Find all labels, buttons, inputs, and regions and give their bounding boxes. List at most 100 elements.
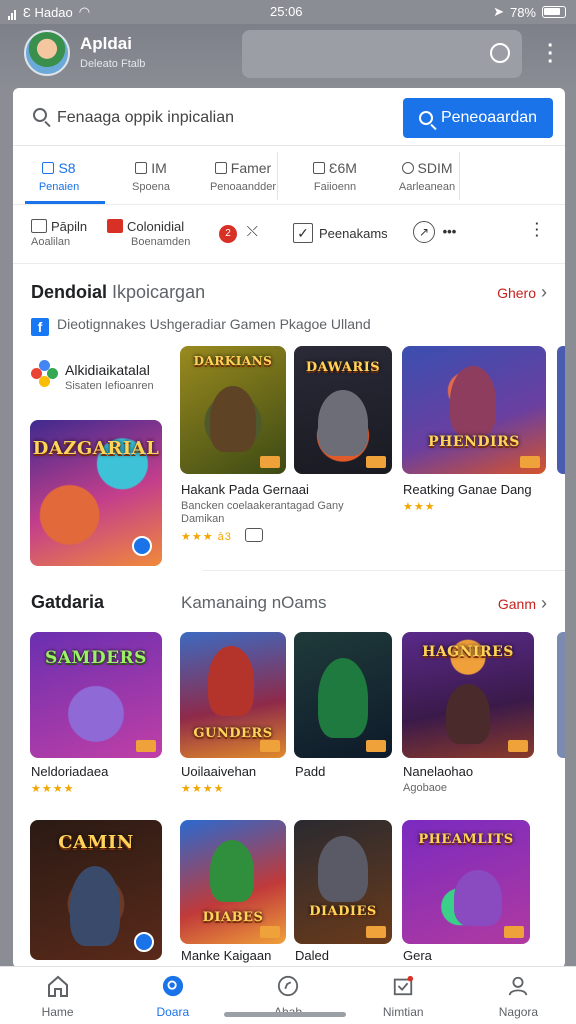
character-figure — [446, 684, 490, 744]
chip-peenakams[interactable]: ✓ Peenakams — [293, 223, 388, 243]
next-tile-peek[interactable] — [557, 346, 565, 474]
game-sub: Agobaoe — [403, 782, 448, 794]
game-tile[interactable] — [294, 632, 392, 758]
game-tile[interactable]: PHEAMLITS — [402, 820, 530, 944]
price-tag — [508, 740, 528, 752]
clock-icon — [401, 162, 414, 174]
store-icon — [107, 219, 123, 233]
chip-explore[interactable]: ↗ ••• — [413, 221, 456, 243]
character-figure — [70, 866, 120, 946]
tab-e6m[interactable]: Ɛ6M Faiioenn — [289, 148, 381, 202]
search-button-icon — [418, 111, 433, 125]
game-sub: Bancken coelaakerantagad Gany Damikan — [181, 500, 344, 525]
game-art-title: GUNDERS — [193, 726, 273, 741]
game-tile[interactable]: DAWARIS — [294, 346, 392, 474]
character-figure — [318, 390, 368, 456]
chat-icon[interactable] — [245, 528, 263, 542]
tab-famer[interactable]: Famer Penoaandder — [197, 148, 289, 202]
signal-icon — [8, 5, 17, 20]
section-title-light: Ikpoicargan — [112, 282, 206, 302]
game-tile[interactable]: PHENDIRS — [402, 346, 546, 474]
person-icon — [509, 976, 528, 996]
header-account-box[interactable] — [242, 30, 522, 78]
wifi-icon: ◠ — [78, 4, 91, 19]
nav-label: Hame — [41, 1005, 74, 1019]
home-icon — [47, 975, 68, 997]
game-art-title: DIADIES — [309, 904, 377, 919]
carrier-label: Ɛ Hadao — [23, 4, 73, 20]
game-art-title: CAMIN — [58, 832, 134, 853]
game-rating: ★★★ ā3 — [181, 531, 232, 543]
chip-colonidial[interactable]: Colonidial Boenamden — [107, 219, 190, 248]
game-tile[interactable]: DARKIANS — [180, 346, 286, 474]
source-text: Dieotignnakes Ushgeradiar Gamen Pkagoe U… — [57, 316, 371, 332]
more-horiz-icon[interactable]: ••• — [443, 224, 457, 239]
section-divider — [203, 570, 565, 571]
section-subtitle: Kamanaing nOams — [181, 593, 327, 612]
game-tile[interactable]: DIABES — [180, 820, 286, 944]
more-vert-icon[interactable]: · · · — [547, 36, 554, 72]
game-art-title: DAWARIS — [305, 360, 381, 375]
chip-notifications[interactable]: 2 ⤬ — [219, 223, 258, 243]
tab-sub: Penoaandder — [209, 181, 277, 193]
section-title: Gatdaria — [31, 592, 105, 612]
nav-label: Nimtian — [382, 1005, 424, 1019]
character-figure — [208, 646, 254, 716]
nav-games[interactable]: Doara — [115, 967, 230, 1024]
game-rating: ★★★★ — [31, 783, 75, 795]
character-figure — [454, 870, 502, 926]
game-rating: ★★★ — [403, 501, 436, 513]
person-icon — [42, 162, 55, 174]
nav-account[interactable]: Nagora — [461, 967, 576, 1024]
character-figure — [210, 840, 254, 902]
price-tag — [366, 926, 386, 938]
tab-label: S8 — [58, 160, 76, 176]
game-name: Uoilaaivehan — [181, 764, 257, 779]
clock: 25:06 — [270, 4, 303, 19]
nav-home[interactable]: Hame — [0, 967, 115, 1024]
game-tile[interactable]: CAMIN — [30, 820, 162, 960]
facebook-icon: f — [31, 318, 49, 336]
featured-game-tile[interactable]: DAZGARIAL — [30, 420, 162, 566]
game-art-title: DARKIANS — [193, 354, 273, 368]
chips-more-vert-icon[interactable]: · · · — [535, 217, 539, 242]
tab-sub: Spoena — [132, 181, 170, 193]
nav-notifications[interactable]: Nimtian — [346, 967, 461, 1024]
avatar[interactable] — [24, 30, 70, 76]
game-tile[interactable]: DIADIES — [294, 820, 392, 944]
game-tile[interactable]: SAMDERS — [30, 632, 162, 758]
google-icon[interactable] — [490, 43, 510, 63]
price-tag — [260, 456, 280, 468]
next-tile-peek[interactable] — [557, 632, 565, 758]
main-card: Fenaaga oppik inpicalian Peneoaardan S8 P… — [13, 88, 565, 968]
brand-name: Alkidiaikatalal — [65, 362, 150, 378]
tab-sub: Penaien — [38, 181, 80, 193]
game-name: Reatking Ganae Dang — [403, 482, 532, 497]
notification-badge: 2 — [219, 225, 237, 243]
game-name: Hakank Pada Gernaai — [181, 482, 309, 497]
grid-icon — [135, 162, 148, 174]
tab-divider — [459, 152, 460, 200]
tab-s8[interactable]: S8 Penaien — [13, 148, 105, 204]
brand-sub: Sisaten Iefioanren — [65, 380, 154, 392]
nav-label: Nagora — [498, 1005, 539, 1019]
game-name: Manke Kaigaan — [181, 948, 272, 963]
game-tile[interactable]: GUNDERS — [180, 632, 286, 758]
home-indicator[interactable] — [224, 1012, 346, 1017]
search-bar[interactable]: Fenaaga oppik inpicalian Peneoaardan — [13, 88, 565, 146]
chip-sub: Aoalilan — [31, 236, 71, 248]
nav-label: Doara — [156, 1005, 190, 1019]
search-button[interactable]: Peneoaardan — [403, 98, 553, 138]
tab-im[interactable]: IM Spoena — [105, 148, 197, 202]
compass-icon — [277, 975, 299, 997]
section-more-link[interactable]: Ghero — [497, 282, 547, 303]
tab-label: SDIM — [417, 160, 453, 176]
section-more-link[interactable]: Ganm — [498, 593, 547, 614]
chip-papiln[interactable]: Pāpiln Aoalilan — [31, 219, 87, 248]
game-art-title: PHEAMLITS — [418, 832, 514, 847]
game-tile[interactable]: HAGNIRES — [402, 632, 534, 758]
featured-game-title: DAZGARIAL — [32, 438, 160, 459]
tab-label: Ɛ6M — [329, 160, 357, 176]
search-input[interactable]: Fenaaga oppik inpicalian — [57, 109, 234, 127]
tab-label: IM — [151, 160, 167, 176]
